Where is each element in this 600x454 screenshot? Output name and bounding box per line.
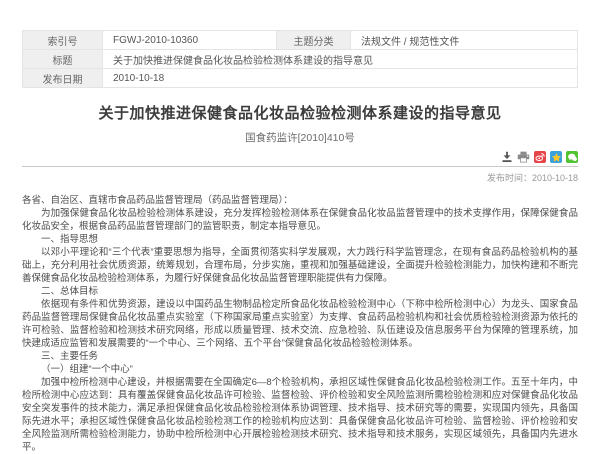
article-section-heading: 一、指导思想 [22,233,578,246]
article-body: 各省、自治区、直辖市食品药品监督管理局（药品监督管理局）： 为加强保健食品化妆品… [22,194,578,454]
print-icon[interactable] [517,151,530,164]
publish-time: 发布时间：2010-10-18 [22,171,578,184]
document-meta-table: 索引号 FGWJ-2010-10360 主题分类 法规文件 / 规范性文件 标题… [22,30,578,88]
article-title: 关于加快推进保健食品化妆品检验检测体系建设的指导意见 [22,102,578,123]
weibo-share-icon[interactable] [534,151,546,163]
meta-label-title: 标题 [23,50,103,69]
document-number: 国食药监许[2010]410号 [22,130,578,145]
meta-value-publish-date: 2010-10-18 [103,69,578,88]
wechat-share-icon[interactable] [566,151,578,163]
meta-row-index-category: 索引号 FGWJ-2010-10360 主题分类 法规文件 / 规范性文件 [23,31,578,50]
meta-value-category: 法规文件 / 规范性文件 [351,31,578,50]
meta-label-publish-date: 发布日期 [23,69,103,88]
qzone-share-icon[interactable] [550,151,562,163]
article-paragraph: 加强中检所检测中心建设，并根据需要在全国确定6—8个检验机构，承担区域性保健食品… [22,376,578,454]
article-section-heading: 二、总体目标 [22,285,578,298]
meta-value-title: 关于加快推进保健食品化妆品检验检测体系建设的指导意见 [103,50,578,69]
meta-label-index-number: 索引号 [23,31,103,50]
download-icon[interactable] [500,151,513,164]
meta-value-index-number: FGWJ-2010-10360 [103,31,277,50]
article-toolbar [22,150,578,164]
article-paragraph: 依据现有条件和优势资源，建设以中国药品生物制品检定所食品化妆品检验检测中心（下称… [22,298,578,350]
article-paragraph: 为加强保健食品化妆品检验检测体系建设，充分发挥检验检测体系在保健食品化妆品监督管… [22,207,578,233]
meta-row-publish-date: 发布日期 2010-10-18 [23,69,578,88]
article-paragraph: 各省、自治区、直辖市食品药品监督管理局（药品监督管理局）： [22,194,578,207]
article-paragraph: 以邓小平理论和“三个代表”重要思想为指导，全面贯彻落实科学发展观，大力践行科学监… [22,246,578,285]
article-section-heading: 三、主要任务 [22,350,578,363]
meta-label-category: 主题分类 [277,31,351,50]
publish-time-value: 2010-10-18 [532,173,578,183]
publish-time-label: 发布时间： [487,173,532,183]
title-divider [22,166,578,167]
meta-row-title: 标题 关于加快推进保健食品化妆品检验检测体系建设的指导意见 [23,50,578,69]
document-page: 索引号 FGWJ-2010-10360 主题分类 法规文件 / 规范性文件 标题… [0,0,600,450]
article-subsection-heading: （一）组建“一个中心” [22,363,578,376]
